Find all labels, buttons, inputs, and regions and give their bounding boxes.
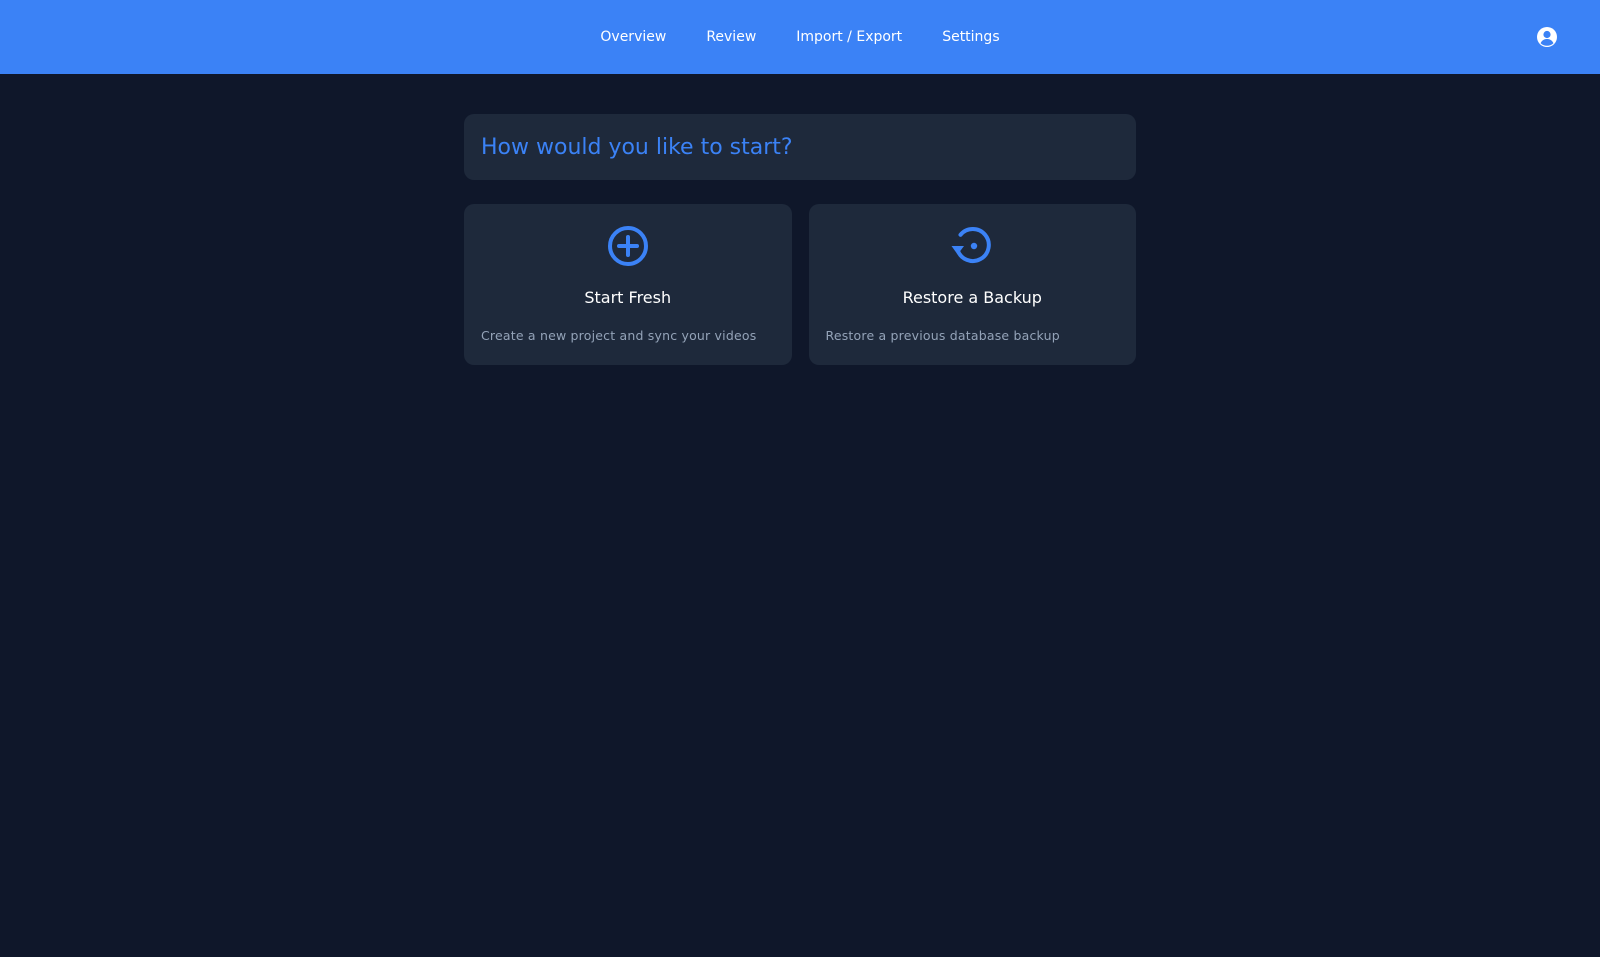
nav-item-overview[interactable]: Overview bbox=[600, 29, 666, 45]
plus-circle-icon bbox=[606, 224, 650, 268]
start-options: Start Fresh Create a new project and syn… bbox=[464, 204, 1136, 365]
main-nav: Overview Review Import / Export Settings bbox=[0, 0, 1600, 74]
restore-backup-card[interactable]: Restore a Backup Restore a previous data… bbox=[808, 204, 1136, 365]
nav-item-import-export[interactable]: Import / Export bbox=[796, 29, 902, 45]
start-fresh-card[interactable]: Start Fresh Create a new project and syn… bbox=[464, 204, 792, 365]
restore-backup-description: Restore a previous database backup bbox=[825, 328, 1060, 343]
start-fresh-description: Create a new project and sync your video… bbox=[481, 328, 757, 343]
page-title: How would you like to start? bbox=[481, 134, 793, 160]
start-prompt-card: How would you like to start? bbox=[464, 114, 1136, 180]
start-fresh-title: Start Fresh bbox=[584, 288, 672, 307]
main-content: How would you like to start? Start Fresh… bbox=[464, 114, 1136, 365]
top-navbar: Overview Review Import / Export Settings bbox=[0, 0, 1600, 74]
restore-backup-title: Restore a Backup bbox=[902, 288, 1042, 307]
restore-history-icon bbox=[950, 224, 994, 268]
user-circle-icon[interactable] bbox=[1536, 26, 1558, 48]
nav-item-settings[interactable]: Settings bbox=[942, 29, 999, 45]
nav-item-review[interactable]: Review bbox=[706, 29, 756, 45]
